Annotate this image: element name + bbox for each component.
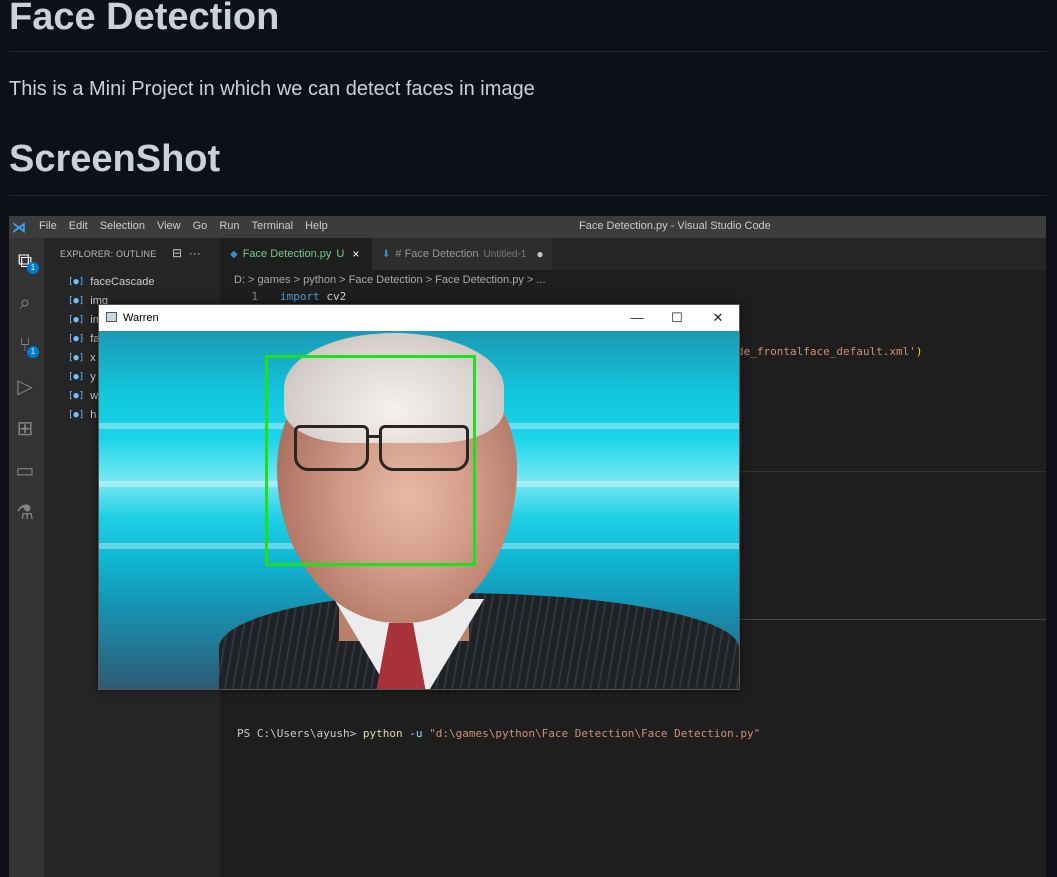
menu-help[interactable]: Help xyxy=(305,220,328,232)
screenshot-heading: ScreenShot xyxy=(9,138,221,180)
vscode-logo-icon: ⋊ xyxy=(12,219,26,235)
variable-icon: [●] xyxy=(68,371,85,382)
menu-go[interactable]: Go xyxy=(193,220,208,232)
window-name: Warren xyxy=(123,312,159,324)
variable-icon: [●] xyxy=(68,314,85,325)
variable-icon: [●] xyxy=(68,295,85,306)
close-tab-icon[interactable]: × xyxy=(352,247,359,261)
variable-icon: [●] xyxy=(68,333,85,344)
menu-view[interactable]: View xyxy=(157,220,181,232)
page-title: Face Detection xyxy=(9,0,280,38)
title-divider xyxy=(9,51,1046,52)
code-cascade-path[interactable]: de_frontalface_default.xml') xyxy=(737,345,922,358)
variable-icon: [●] xyxy=(68,409,85,420)
vscode-titlebar: ⋊ File Edit Selection View Go Run Termin… xyxy=(9,216,1046,238)
source-control-icon[interactable]: ⑂ 1 xyxy=(11,332,39,358)
markdown-file-icon: ⬇ xyxy=(382,248,391,260)
terminal-command: python xyxy=(362,727,403,740)
python-file-icon: ◆ xyxy=(230,248,238,260)
terminal-flag: -u xyxy=(409,727,423,740)
run-debug-icon[interactable]: ▷ xyxy=(11,374,39,400)
menu-terminal[interactable]: Terminal xyxy=(252,220,294,232)
window-titlebar[interactable]: Warren — ☐ ✕ xyxy=(99,305,739,331)
heading-divider xyxy=(9,195,1046,196)
project-description: This is a Mini Project in which we can d… xyxy=(9,78,535,100)
terminal-argument: "d:\games\python\Face Detection\Face Det… xyxy=(429,727,761,740)
outline-item[interactable]: [●] faceCascade xyxy=(68,272,154,291)
minimize-icon[interactable]: — xyxy=(627,309,647,327)
tab-label: # Face Detection xyxy=(395,248,479,260)
activity-bar: ⧉ 1 ⌕ ⑂ 1 ▷ ⊞ ▭ ⚗ xyxy=(9,238,44,877)
unsaved-dot-icon[interactable]: ● xyxy=(536,247,543,261)
tab-sublabel: Untitled-1 xyxy=(483,248,527,260)
explorer-icon[interactable]: ⧉ 1 xyxy=(11,248,39,274)
menu-file[interactable]: File xyxy=(39,220,57,232)
variable-icon: [●] xyxy=(68,390,85,401)
remote-explorer-icon[interactable]: ▭ xyxy=(11,458,39,484)
maximize-icon[interactable]: ☐ xyxy=(667,309,687,327)
search-icon[interactable]: ⌕ xyxy=(11,290,39,316)
menu-run[interactable]: Run xyxy=(219,220,239,232)
menu-edit[interactable]: Edit xyxy=(69,220,88,232)
line-number: 1 xyxy=(251,290,258,303)
code-keyword: import xyxy=(280,290,320,303)
warren-image-window[interactable]: Warren — ☐ ✕ xyxy=(98,304,740,690)
sidebar-title: EXPLORER: OUTLINE xyxy=(60,249,157,259)
variable-icon: [●] xyxy=(68,352,85,363)
close-icon[interactable]: ✕ xyxy=(708,309,728,327)
menu-bar: File Edit Selection View Go Run Terminal… xyxy=(39,220,340,232)
extensions-icon[interactable]: ⊞ xyxy=(11,416,39,442)
more-actions-icon[interactable]: ··· xyxy=(189,246,201,260)
testing-flask-icon[interactable]: ⚗ xyxy=(11,500,39,526)
variable-icon: [●] xyxy=(68,276,85,287)
source-control-badge: 1 xyxy=(27,346,39,358)
tab-face-detection-py[interactable]: ◆ Face Detection.py U × xyxy=(220,238,372,270)
suit xyxy=(219,593,739,689)
window-app-icon xyxy=(106,312,117,322)
code-module: cv2 xyxy=(326,290,347,303)
detected-face-image xyxy=(99,331,739,689)
breadcrumb[interactable]: D: > games > python > Face Detection > F… xyxy=(234,274,546,286)
explorer-badge: 1 xyxy=(27,262,39,274)
terminal-line[interactable]: PS C:\Users\ayush> python -u "d:\games\p… xyxy=(237,727,760,740)
editor-tabs: ◆ Face Detection.py U × ⬇ # Face Detecti… xyxy=(220,238,1046,270)
untracked-badge: U xyxy=(336,248,345,260)
face-detection-box xyxy=(265,355,476,566)
menu-selection[interactable]: Selection xyxy=(100,220,145,232)
code-line-1[interactable]: 1 import cv2 xyxy=(220,290,346,303)
collapse-all-icon[interactable]: ⊟ xyxy=(172,246,182,260)
window-title: Face Detection.py - Visual Studio Code xyxy=(579,220,771,232)
sidebar-actions: ⊟ ··· xyxy=(172,246,201,260)
tab-label: Face Detection.py xyxy=(242,248,332,260)
tab-untitled-1[interactable]: ⬇ # Face Detection Untitled-1 ● xyxy=(372,238,552,270)
terminal-prompt: PS C:\Users\ayush> xyxy=(237,727,357,740)
